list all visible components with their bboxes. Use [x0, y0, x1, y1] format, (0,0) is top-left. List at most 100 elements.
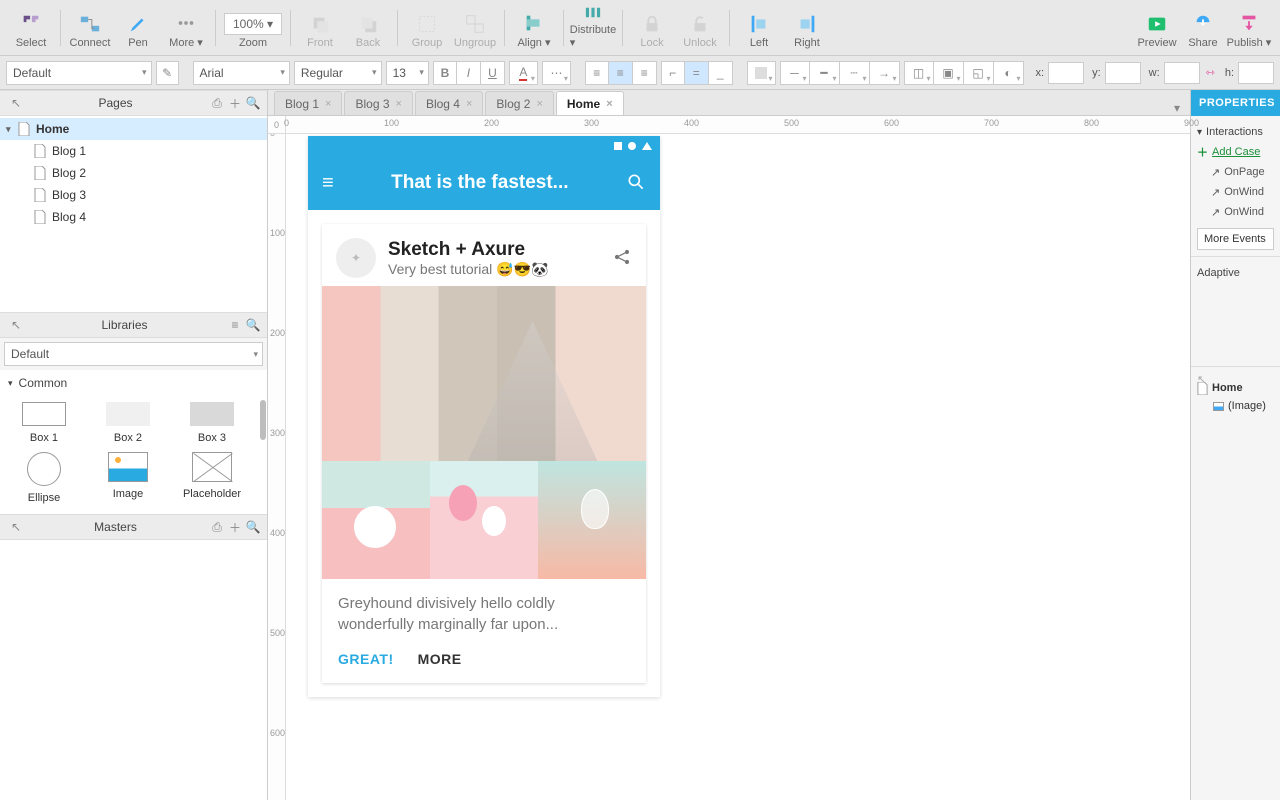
fill-color-btn[interactable]	[747, 61, 776, 85]
library-selector[interactable]: Default	[4, 342, 263, 366]
close-icon[interactable]: ×	[606, 98, 612, 110]
tab-home[interactable]: Home×	[556, 91, 624, 115]
pen-tool[interactable]: Pen	[115, 3, 161, 53]
lib-search-icon[interactable]: 🔍	[245, 317, 261, 333]
outline-home[interactable]: Home	[1197, 379, 1274, 397]
lock-aspect-icon[interactable]: ⇿	[1206, 66, 1215, 79]
select-tool[interactable]: Select	[8, 3, 54, 53]
lib-scrollbar[interactable]	[260, 400, 266, 440]
line-color-btn[interactable]: ─	[780, 61, 810, 85]
tabs-overflow[interactable]: ▾	[1164, 101, 1190, 115]
add-folder-icon[interactable]: ⎙	[209, 95, 225, 111]
line-style-btn[interactable]: ┄	[840, 61, 870, 85]
page-blog2[interactable]: Blog 2	[0, 162, 267, 184]
close-icon[interactable]: ×	[466, 98, 472, 110]
height-input[interactable]	[1238, 62, 1274, 84]
align-right[interactable]: Right	[784, 3, 830, 53]
font-family-select[interactable]: Arial	[193, 61, 290, 85]
lib-box2[interactable]: Box 2	[88, 402, 168, 444]
connect-tool[interactable]: Connect	[67, 3, 113, 53]
pos-y-input[interactable]	[1105, 62, 1141, 84]
design-canvas[interactable]: ≡ That is the fastest... ✦ Sketch + Axur…	[286, 134, 1190, 800]
lib-menu-icon[interactable]: ≡	[227, 317, 243, 333]
search-icon[interactable]	[626, 172, 646, 195]
page-blog3[interactable]: Blog 3	[0, 184, 267, 206]
tab-blog3[interactable]: Blog 3×	[344, 91, 412, 115]
adaptive-header[interactable]: Adaptive	[1197, 263, 1274, 283]
event-onpage[interactable]: ↗ OnPage	[1197, 162, 1274, 182]
arrow-btn[interactable]: →	[870, 61, 900, 85]
bold-btn[interactable]: B	[433, 61, 457, 85]
zoom-control[interactable]: 100% ▾ Zoom	[222, 3, 284, 53]
font-size-select[interactable]: 13	[386, 61, 429, 85]
event-onwind2[interactable]: ↗ OnWind	[1197, 202, 1274, 222]
page-blog1[interactable]: Blog 1	[0, 140, 267, 162]
halign-center[interactable]: ≡	[609, 61, 633, 85]
tab-blog4[interactable]: Blog 4×	[415, 91, 483, 115]
add-case-link[interactable]: ＋Add Case	[1197, 142, 1274, 162]
tab-blog1[interactable]: Blog 1×	[274, 91, 342, 115]
collapse-icon[interactable]: ↖	[8, 317, 24, 333]
font-weight-select[interactable]: Regular	[294, 61, 382, 85]
bring-front[interactable]: Front	[297, 3, 343, 53]
more-text-btn[interactable]: ⋯	[542, 61, 571, 85]
valign-middle[interactable]: =	[685, 61, 709, 85]
lib-ellipse[interactable]: Ellipse	[4, 452, 84, 504]
interactions-header[interactable]: ▾Interactions	[1197, 122, 1274, 142]
align-left[interactable]: Left	[736, 3, 782, 53]
style-paint-icon[interactable]: ✎	[156, 61, 179, 85]
more-tools[interactable]: More ▾	[163, 3, 209, 53]
collapse-icon[interactable]: ↖	[8, 519, 24, 535]
close-icon[interactable]: ×	[396, 98, 402, 110]
mobile-mockup[interactable]: ≡ That is the fastest... ✦ Sketch + Axur…	[308, 136, 660, 697]
lib-placeholder[interactable]: Placeholder	[172, 452, 252, 504]
unlock-btn[interactable]: Unlock	[677, 3, 723, 53]
lib-image[interactable]: Image	[88, 452, 168, 504]
search-masters-icon[interactable]: 🔍	[245, 519, 261, 535]
italic-btn[interactable]: I	[457, 61, 481, 85]
library-category[interactable]: ▾Common	[0, 370, 267, 396]
close-icon[interactable]: ×	[536, 98, 542, 110]
text-color-btn[interactable]: A	[509, 61, 538, 85]
collapse-icon[interactable]: ↖	[8, 95, 24, 111]
more-events-btn[interactable]: More Events	[1197, 228, 1274, 250]
add-master-icon[interactable]: ＋	[227, 519, 243, 535]
valign-bottom[interactable]: _	[709, 61, 733, 85]
align-menu[interactable]: Align ▾	[511, 3, 557, 53]
page-blog4[interactable]: Blog 4	[0, 206, 267, 228]
style-select[interactable]: Default	[6, 61, 152, 85]
send-back[interactable]: Back	[345, 3, 391, 53]
publish-btn[interactable]: Publish ▾	[1226, 3, 1272, 53]
width-input[interactable]	[1164, 62, 1200, 84]
preview-btn[interactable]: Preview	[1134, 3, 1180, 53]
underline-btn[interactable]: U	[481, 61, 505, 85]
share-btn[interactable]: Share	[1180, 3, 1226, 53]
ungroup-btn[interactable]: Ungroup	[452, 3, 498, 53]
lib-box3[interactable]: Box 3	[172, 402, 252, 444]
outline-image[interactable]: (Image)	[1197, 397, 1274, 415]
lib-box1[interactable]: Box 1	[4, 402, 84, 444]
hamburger-icon[interactable]: ≡	[322, 172, 334, 195]
opacity-btn[interactable]: ◐	[994, 61, 1024, 85]
corner-radius-btn[interactable]: ◱	[964, 61, 994, 85]
add-page-icon[interactable]: ＋	[227, 95, 243, 111]
lock-btn[interactable]: Lock	[629, 3, 675, 53]
distribute-menu[interactable]: Distribute ▾	[570, 3, 616, 53]
page-home[interactable]: ▾Home	[0, 118, 267, 140]
properties-tab[interactable]: PROPERTIES	[1191, 90, 1280, 116]
action-more[interactable]: MORE	[418, 651, 462, 667]
search-pages-icon[interactable]: 🔍	[245, 95, 261, 111]
share-icon[interactable]	[612, 247, 632, 270]
line-weight-btn[interactable]: ━	[810, 61, 840, 85]
tab-blog2[interactable]: Blog 2×	[485, 91, 553, 115]
inner-shadow-btn[interactable]: ▣	[934, 61, 964, 85]
event-onwind1[interactable]: ↗ OnWind	[1197, 182, 1274, 202]
pos-x-input[interactable]	[1048, 62, 1084, 84]
group-btn[interactable]: Group	[404, 3, 450, 53]
add-folder-icon[interactable]: ⎙	[209, 519, 225, 535]
close-icon[interactable]: ×	[325, 98, 331, 110]
halign-right[interactable]: ≡	[633, 61, 657, 85]
outer-shadow-btn[interactable]: ◫	[904, 61, 934, 85]
halign-left[interactable]: ≡	[585, 61, 609, 85]
action-great[interactable]: GREAT!	[338, 651, 394, 667]
